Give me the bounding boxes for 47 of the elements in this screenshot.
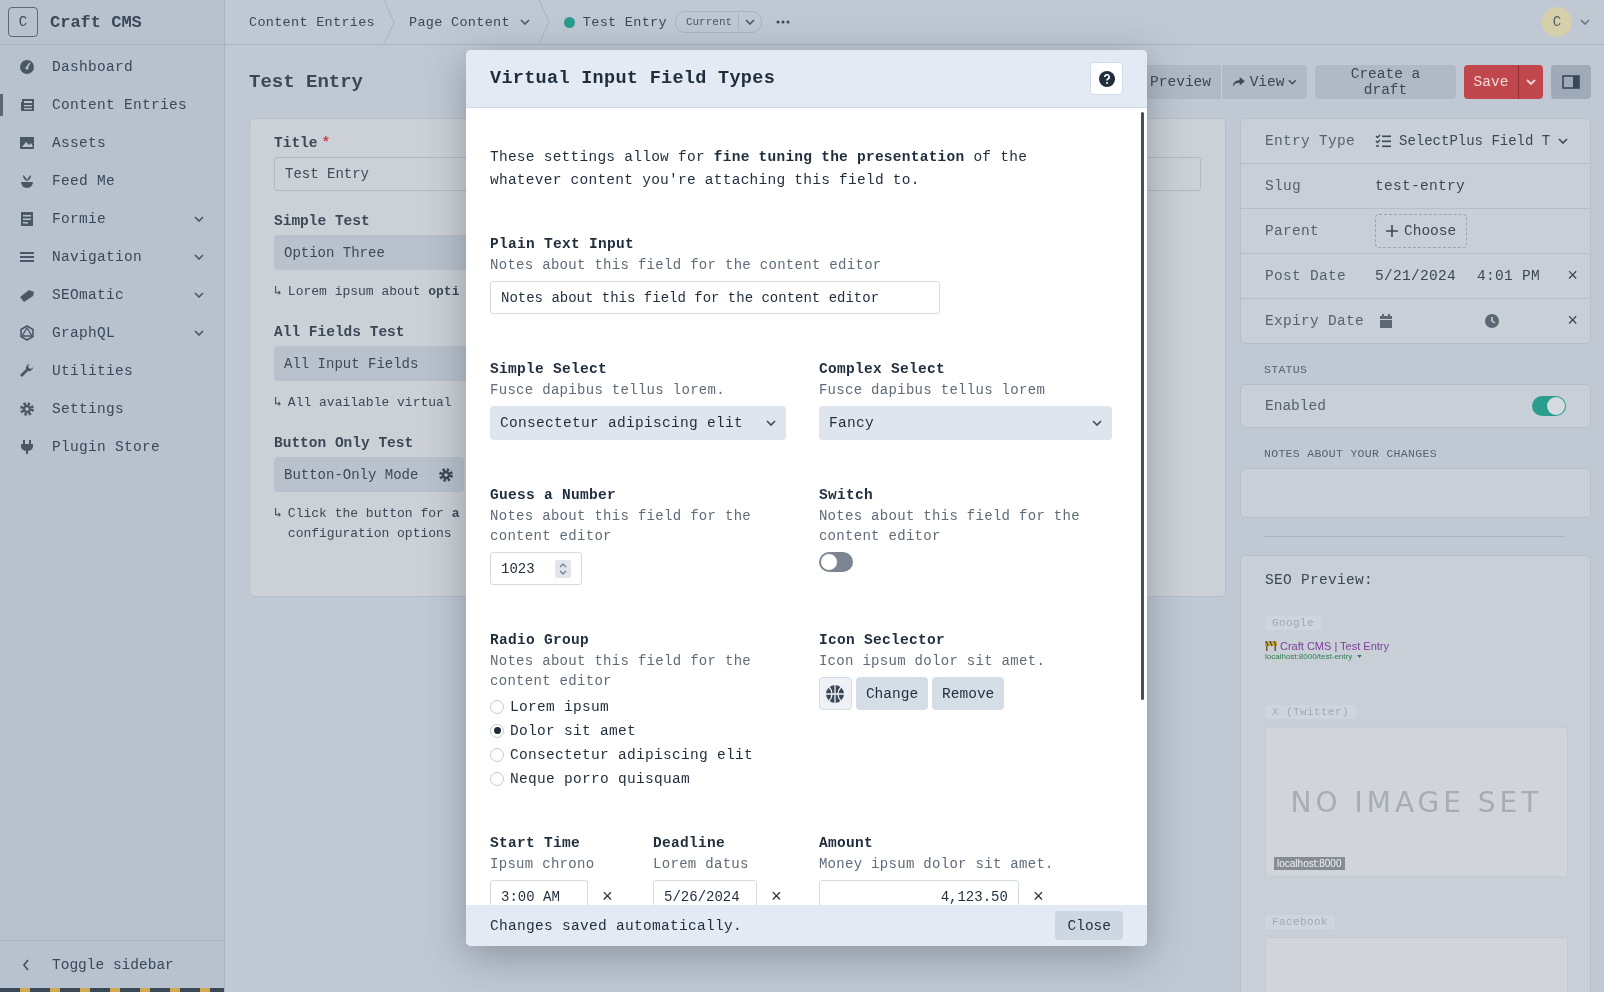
field-label: Simple Test xyxy=(274,213,371,229)
hint-arrow: ↳ xyxy=(274,394,282,412)
field-label: Amount xyxy=(818,835,874,851)
field-hint: All available virtual xyxy=(287,394,452,412)
field-label: Switch xyxy=(818,487,874,503)
field-note: Ipsum chrono xyxy=(490,855,596,874)
section-heading: NOTES ABOUT YOUR CHANGES xyxy=(1263,447,1438,460)
field-hint: Lorem ipsum about opti xyxy=(287,283,460,301)
field-note: Notes about this field for the content editor xyxy=(490,652,753,691)
field-note: Fusce dapibus tellus lorem xyxy=(818,381,1047,400)
field-label: All Fields Test xyxy=(274,324,406,340)
site-name: Craft CMS xyxy=(50,12,142,32)
seo-title: SEO Preview: xyxy=(1265,572,1374,588)
field-note: Money ipsum dolor sit amet. xyxy=(818,855,1055,874)
meta-label: Slug xyxy=(1265,178,1302,194)
field-label: Complex Select xyxy=(818,361,946,377)
field-label: Radio Group xyxy=(490,632,590,648)
field-label: Button Only Test xyxy=(274,435,415,451)
field-hint: Click the button for a configuration options xyxy=(287,505,460,543)
field-label: Simple Select xyxy=(490,361,609,377)
field-label: Deadline xyxy=(653,835,727,851)
intro-text: These settings allow for fine tuning the presentation of the whatever content you're attaching this field to. xyxy=(490,148,1029,190)
breadcrumb-entry: Test Entry xyxy=(582,14,667,30)
field-note: Notes about this field for the content editor xyxy=(818,507,1081,546)
field-note: Notes about this field for the content editor xyxy=(490,256,883,275)
field-note: Notes about this field for the content editor xyxy=(490,507,753,546)
status-label: Enabled xyxy=(1265,398,1327,414)
search-result-url: localhost:8000/test-entry xyxy=(1265,652,1353,661)
field-note: Lorem datus xyxy=(653,855,750,874)
meta-label: Post Date xyxy=(1265,268,1347,284)
field-note: Fusce dapibus tellus lorem. xyxy=(490,381,726,400)
meta-label: Expiry Date xyxy=(1265,313,1365,329)
modal-title: Virtual Input Field Types xyxy=(490,68,776,89)
field-label: Start Time xyxy=(490,835,581,851)
hint-arrow: ↳ xyxy=(274,283,282,301)
domain-label: localhost:8000 xyxy=(1274,857,1345,870)
field-note: Icon ipsum dolor sit amet. xyxy=(818,652,1047,671)
required-mark: * xyxy=(321,135,331,151)
field-label: Icon Seclector xyxy=(818,632,946,648)
field-label: Guess a Number xyxy=(490,487,618,503)
autosave-note: Changes saved automatically. xyxy=(490,917,743,934)
section-heading: STATUS xyxy=(1263,363,1309,376)
hint-arrow: ↳ xyxy=(274,505,282,523)
page-title: Test Entry xyxy=(249,71,364,93)
field-label: Plain Text Input xyxy=(490,236,636,252)
meta-label: Entry Type xyxy=(1265,133,1356,149)
meta-label: Parent xyxy=(1265,223,1320,239)
